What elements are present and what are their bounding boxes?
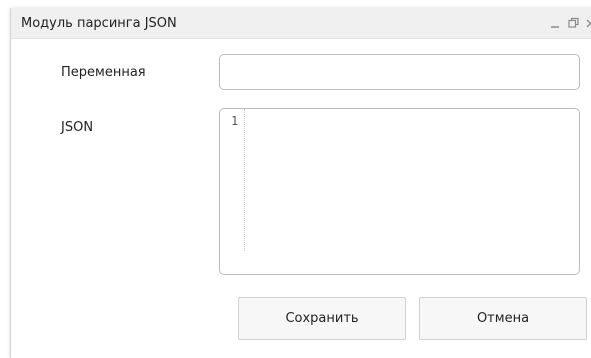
- editor-gutter: 1: [220, 109, 245, 251]
- window-controls: [550, 14, 591, 32]
- dialog-titlebar[interactable]: Модуль парсинга JSON: [11, 8, 591, 39]
- cancel-button[interactable]: Отмена: [419, 297, 587, 340]
- close-icon[interactable]: [586, 16, 591, 30]
- variable-input[interactable]: [219, 54, 580, 90]
- restore-icon[interactable]: [568, 16, 579, 30]
- editor-code-area[interactable]: [245, 109, 579, 274]
- json-parser-dialog: Модуль парсинга JSON Переменная JSON 1 С…: [10, 8, 591, 358]
- line-number: 1: [231, 114, 239, 128]
- dialog-title: Модуль парсинга JSON: [21, 16, 177, 31]
- json-label: JSON: [61, 120, 94, 135]
- variable-label: Переменная: [61, 65, 146, 80]
- json-editor[interactable]: 1: [219, 108, 580, 275]
- save-button[interactable]: Сохранить: [238, 297, 406, 340]
- minimize-icon[interactable]: [550, 16, 560, 30]
